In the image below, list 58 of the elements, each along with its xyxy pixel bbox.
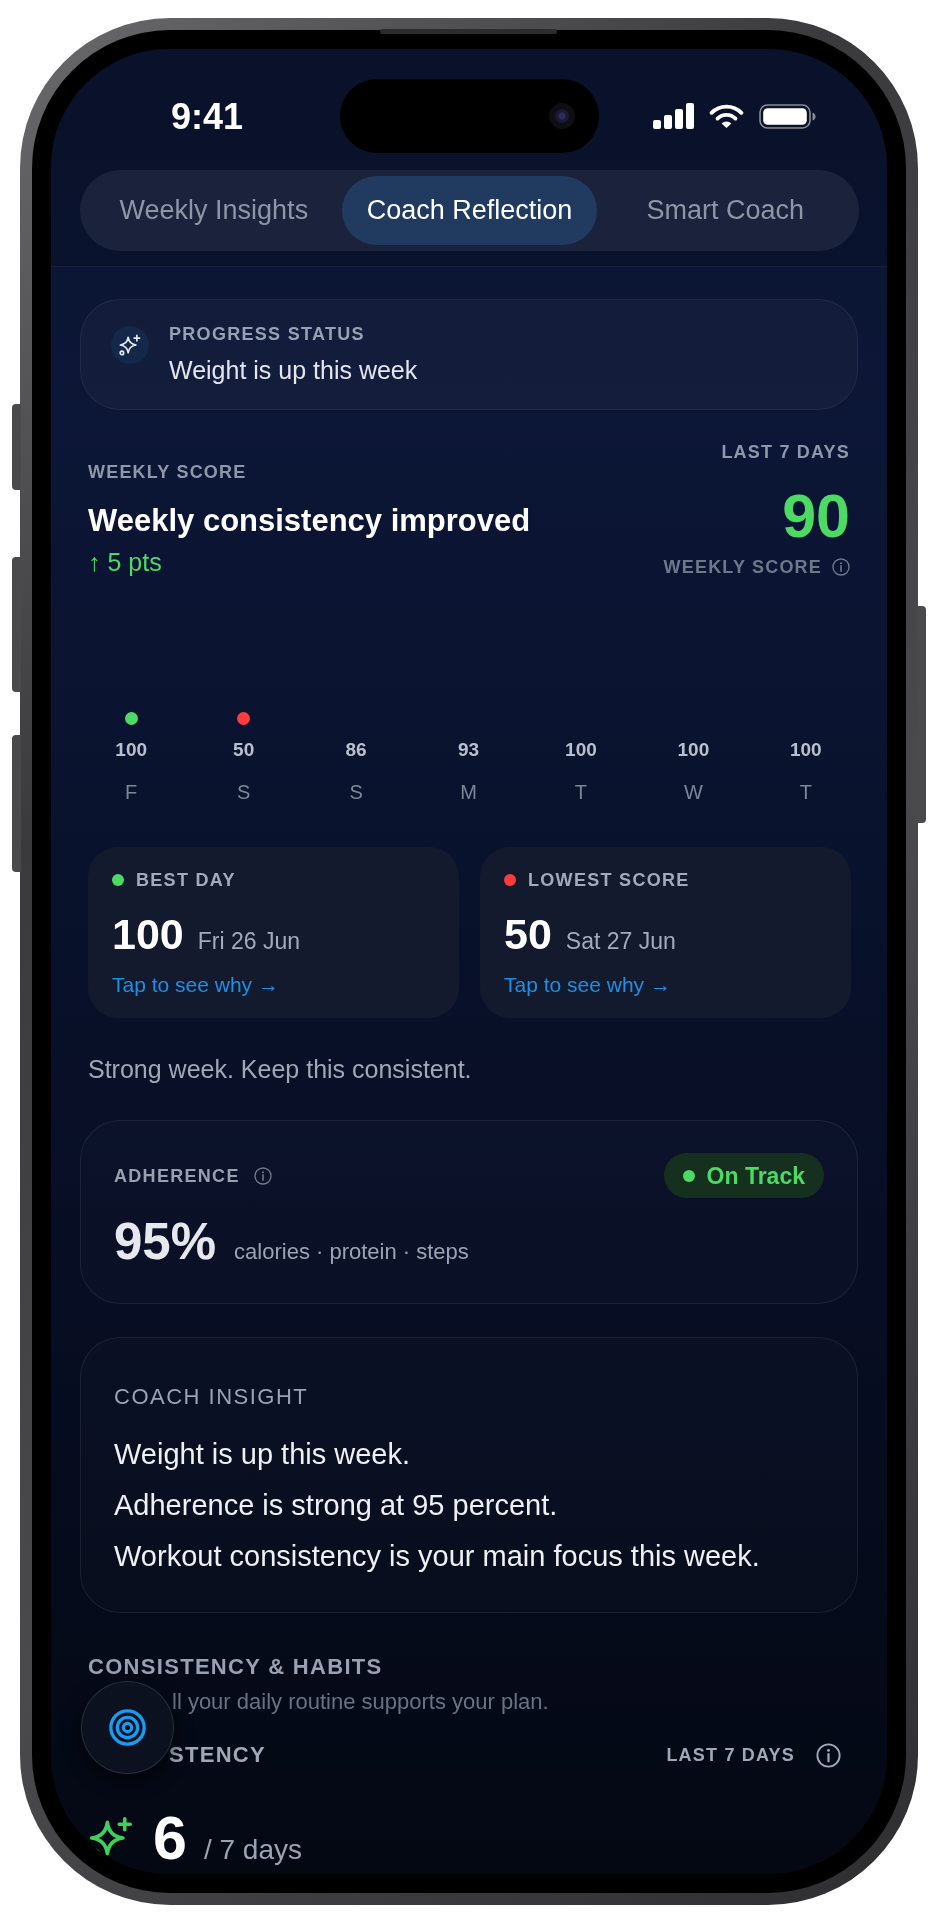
day-score: 100 xyxy=(677,738,710,762)
period-label: LAST 7 DAYS xyxy=(721,441,850,463)
streak-unit: / 7 days xyxy=(203,1834,302,1866)
info-icon[interactable] xyxy=(832,558,850,576)
weekly-score-value: 90 xyxy=(782,486,850,546)
card-title: PROGRESS STATUS xyxy=(169,323,366,345)
day-score-value: 100 xyxy=(112,912,184,956)
score-change: ↑ 5 pts xyxy=(88,547,162,577)
sparkle-icon xyxy=(111,326,149,364)
status-text: Weight is up this week xyxy=(169,355,418,385)
see-why-link[interactable]: Tap to see why → xyxy=(112,972,279,998)
insight-text: Adherence is strong at 95 percent. xyxy=(114,1488,558,1523)
section-subtitle: ll your daily routine supports your plan. xyxy=(172,1689,549,1715)
score-caption: WEEKLY SCORE xyxy=(663,556,822,578)
wifi-icon xyxy=(709,103,744,129)
day-score: 100 xyxy=(789,738,822,762)
metric-label: STENCY xyxy=(169,1742,267,1768)
tab[interactable]: Coach Reflection xyxy=(341,176,598,245)
tab[interactable]: Smart Coach xyxy=(597,176,853,245)
card-title: COACH INSIGHT xyxy=(114,1384,309,1410)
adherence-value: 95% xyxy=(114,1216,217,1268)
headline: Weekly consistency improved xyxy=(88,502,531,540)
see-why-link[interactable]: Tap to see why → xyxy=(504,972,671,998)
day-label: S xyxy=(349,780,363,804)
day-score: 100 xyxy=(115,738,148,762)
day-label: T xyxy=(799,780,812,804)
day-date: Fri 26 Jun xyxy=(197,927,300,955)
card-title: ADHERENCE xyxy=(114,1164,240,1187)
status-time: 9:41 xyxy=(171,99,244,135)
camera-lens-icon xyxy=(549,103,575,129)
day-score: 86 xyxy=(345,738,367,762)
summary-text: Strong week. Keep this consistent. xyxy=(88,1054,472,1084)
streak-count: 6 xyxy=(153,1808,187,1868)
target-icon xyxy=(109,1709,146,1746)
battery-icon xyxy=(759,103,816,129)
day-label: M xyxy=(460,780,477,804)
day-score: 93 xyxy=(457,738,480,762)
insight-text: Workout consistency is your main focus this week. xyxy=(114,1539,760,1574)
day-score: 50 xyxy=(233,738,255,762)
info-icon[interactable] xyxy=(253,1166,272,1185)
tab[interactable]: Weekly Insights xyxy=(86,176,342,245)
period-label: LAST 7 DAYS xyxy=(666,1744,795,1766)
card-title: LOWEST SCORE xyxy=(528,869,690,891)
day-label: T xyxy=(574,780,588,804)
info-icon[interactable] xyxy=(816,1742,841,1768)
section-title: CONSISTENCY & HABITS xyxy=(88,1654,383,1680)
day-date: Sat 27 Jun xyxy=(565,927,676,955)
day-score: 100 xyxy=(565,738,597,762)
signal-icon xyxy=(653,103,694,129)
day-label: W xyxy=(683,780,703,804)
adherence-detail: calories · protein · steps xyxy=(234,1239,469,1265)
day-label: F xyxy=(125,780,138,804)
card-title: BEST DAY xyxy=(136,869,236,891)
insight-text: Weight is up this week. xyxy=(114,1437,411,1472)
day-score-value: 50 xyxy=(504,912,552,956)
section-label: WEEKLY SCORE xyxy=(88,461,247,483)
status-label: On Track xyxy=(706,1161,805,1190)
day-label: S xyxy=(236,780,251,804)
